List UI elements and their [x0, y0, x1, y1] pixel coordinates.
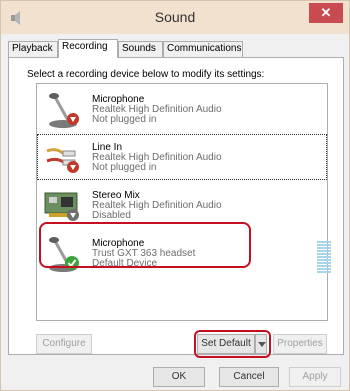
device-item-microphone-realtek[interactable]: Microphone Realtek High Definition Audio…: [37, 86, 327, 132]
disabled-arrow-icon: [67, 209, 79, 221]
red-down-arrow-icon: [67, 161, 79, 173]
ok-button[interactable]: OK: [153, 367, 205, 387]
window-title: Sound: [154, 9, 196, 25]
tab-sounds[interactable]: Sounds: [118, 41, 163, 57]
tab-playback[interactable]: Playback: [8, 41, 58, 57]
close-button[interactable]: ✕: [309, 3, 343, 23]
tab-recording[interactable]: Recording: [58, 39, 118, 58]
device-status: Not plugged in: [92, 162, 157, 173]
recording-device-list[interactable]: Microphone Realtek High Definition Audio…: [36, 83, 331, 321]
title-bar: Sound ✕: [1, 1, 349, 34]
set-default-highlight: [194, 330, 271, 358]
tab-communications[interactable]: Communications: [163, 41, 243, 57]
instructions-text: Select a recording device below to modif…: [27, 69, 265, 80]
default-device-highlight: [39, 222, 251, 268]
properties-button[interactable]: Properties: [273, 334, 327, 354]
level-meter: [317, 241, 331, 275]
sound-dialog: Sound ✕ Playback Recording Sounds Commun…: [0, 0, 350, 391]
red-down-arrow-icon: [67, 113, 79, 125]
device-status: Disabled: [92, 210, 131, 221]
device-item-line-in[interactable]: Line In Realtek High Definition Audio No…: [37, 134, 327, 180]
device-status: Not plugged in: [92, 114, 157, 125]
cancel-button[interactable]: Cancel: [219, 367, 279, 387]
configure-button[interactable]: Configure: [36, 334, 92, 354]
apply-button[interactable]: Apply: [289, 367, 341, 387]
